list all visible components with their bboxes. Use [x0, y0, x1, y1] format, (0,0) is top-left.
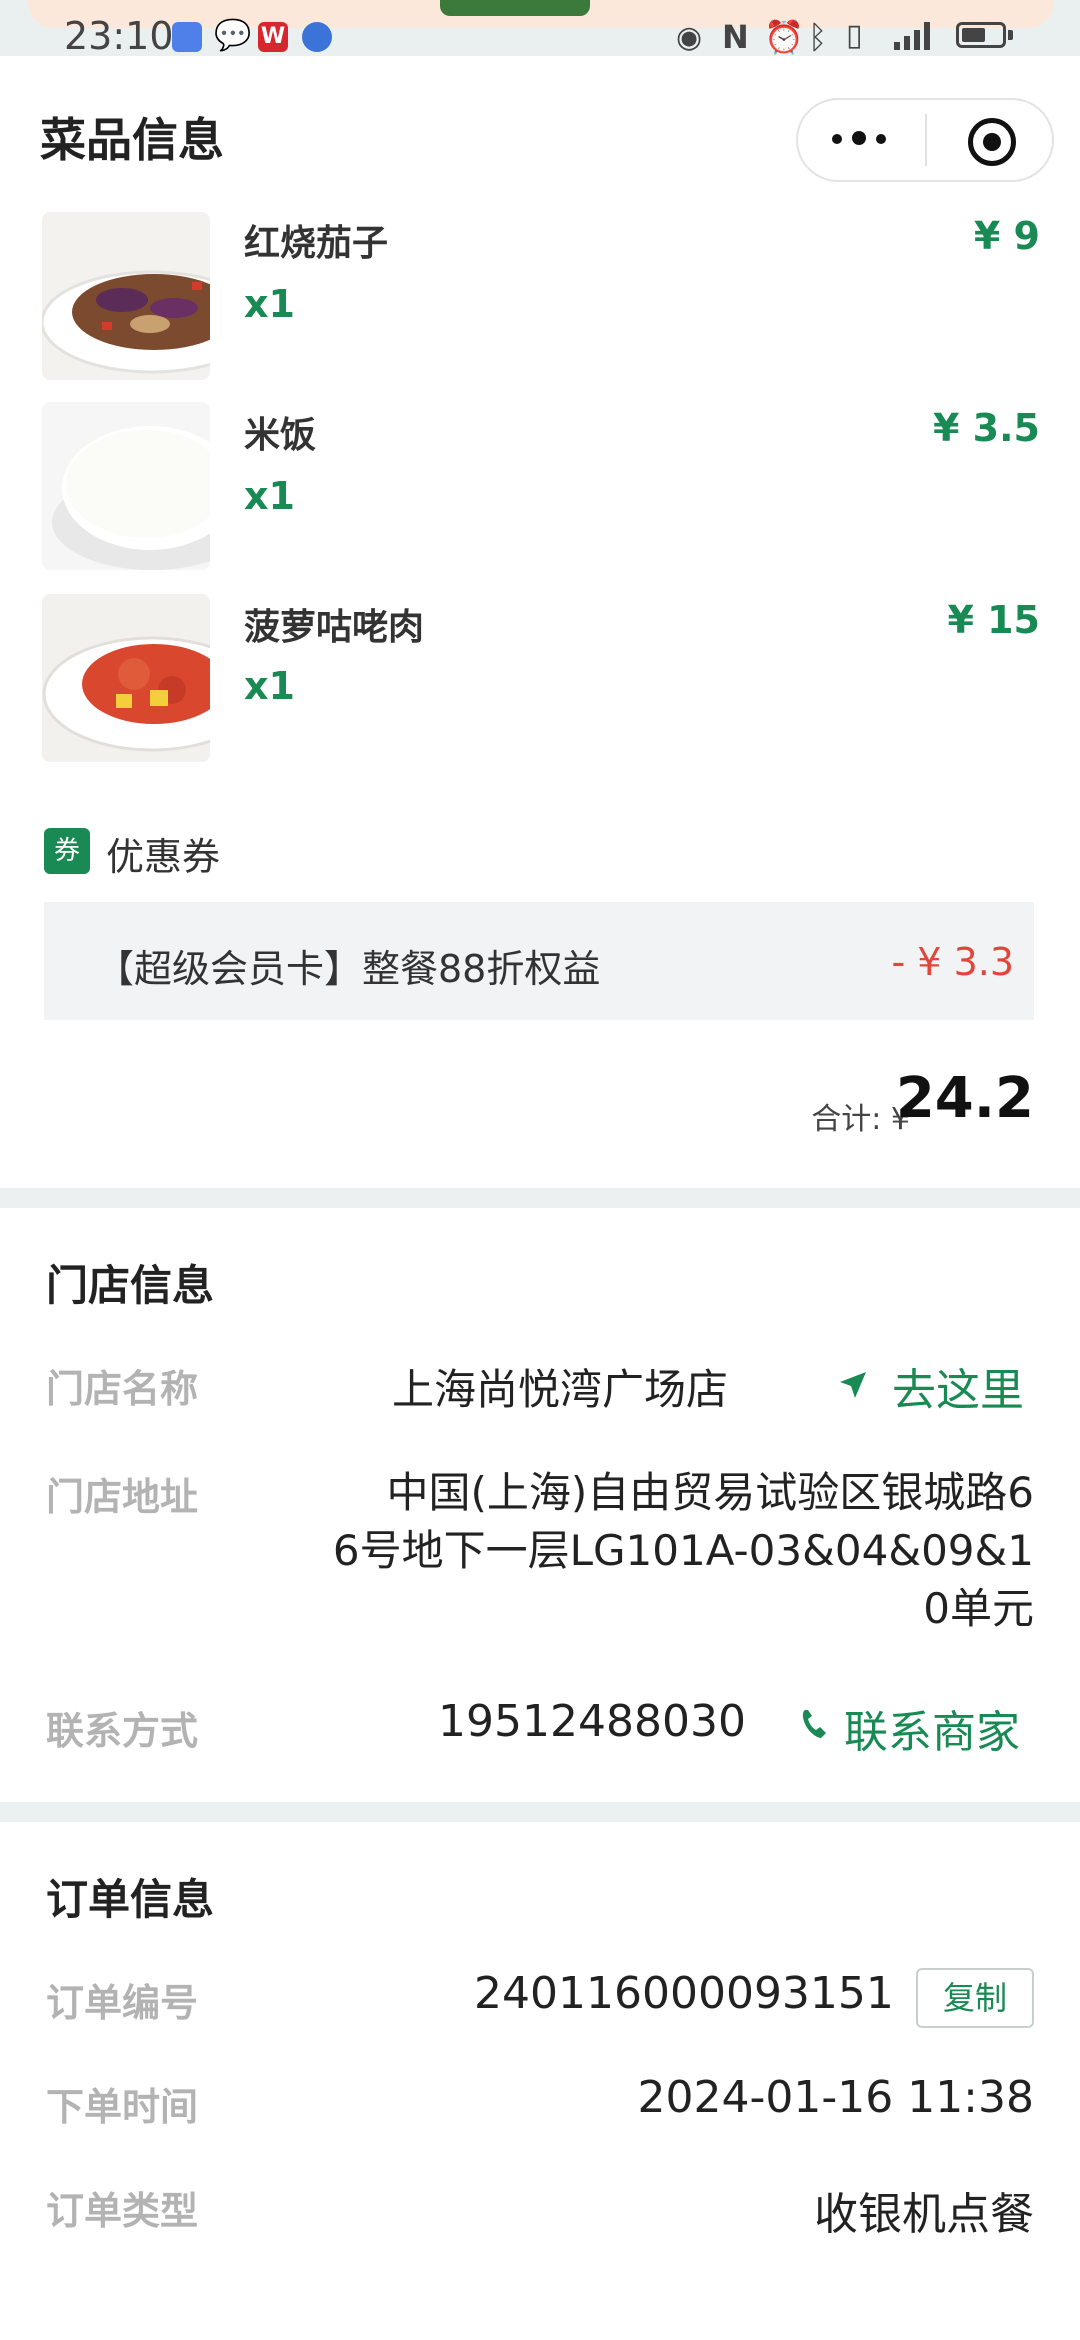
coupon-name: 【超级会员卡】整餐88折权益 [96, 947, 601, 991]
app-notification-icon [172, 22, 202, 52]
store-address-line: 中国(上海)自由贸易试验区银城路6 [386, 1468, 1035, 1517]
status-time: 23:10 [64, 14, 174, 58]
battery-cap [1008, 30, 1013, 40]
dish-image-rice [42, 402, 210, 570]
page-title: 菜品信息 [40, 113, 224, 167]
store-address: 中国(上海)自由贸易试验区银城路6 6号地下一层LG101A-03&04&09&… [333, 1464, 1034, 1638]
dish-quantity: x1 [244, 282, 295, 326]
battery-icon [956, 22, 1006, 48]
browser-icon [302, 22, 332, 52]
dish-image-sweet-sour-pork [42, 594, 210, 762]
store-phone: 19512488030 [438, 1696, 746, 1747]
store-section-title: 门店信息 [46, 1261, 215, 1310]
phone-icon[interactable] [800, 1708, 828, 1740]
eye-icon: ◉ [676, 20, 703, 55]
order-number: 240116000093151 [474, 1968, 894, 2019]
bluetooth-icon: ᛒ [808, 18, 828, 56]
dish-name: 菠萝咕咾肉 [244, 607, 425, 648]
dish-quantity: x1 [244, 474, 295, 518]
dish-price: ¥ 3.5 [933, 406, 1040, 450]
dish-price: ¥ 9 [973, 214, 1040, 258]
capsule-divider [925, 114, 927, 166]
order-number-label: 订单编号 [46, 1981, 199, 2025]
coupon-label: 优惠券 [106, 835, 221, 879]
signal-icon [894, 22, 930, 50]
copy-order-button[interactable]: 复制 [916, 1968, 1034, 2028]
navigate-arrow-icon[interactable] [838, 1370, 868, 1400]
section-divider [0, 1188, 1080, 1208]
dish-name: 红烧茄子 [244, 223, 389, 264]
nfc-icon: N [722, 18, 749, 56]
dish-name: 米饭 [244, 415, 317, 456]
total-amount: 24.2 [895, 1066, 1034, 1131]
section-divider [0, 1802, 1080, 1822]
store-name: 上海尚悦湾广场店 [392, 1365, 729, 1414]
store-address-line: 6号地下一层LG101A-03&04&09&1 [332, 1526, 1034, 1575]
status-banner-art [440, 0, 590, 16]
order-time-label: 下单时间 [46, 2085, 199, 2129]
coupon-discount: - ¥ 3.3 [891, 940, 1014, 984]
order-section-title: 订单信息 [46, 1875, 215, 1924]
close-target-icon[interactable] [968, 118, 1016, 166]
dish-quantity: x1 [244, 664, 295, 708]
battery-level [962, 28, 985, 42]
dish-price: ¥ 15 [947, 598, 1040, 642]
wechat-icon: 💬 [214, 18, 252, 53]
store-address-line: 0单元 [923, 1584, 1034, 1633]
order-type: 收银机点餐 [814, 2189, 1034, 2240]
dish-image-eggplant [42, 212, 210, 380]
alarm-icon: ⏰ [764, 18, 804, 56]
coupon-tag: 券 [44, 828, 90, 874]
go-here-button[interactable]: 去这里 [892, 1354, 1024, 1418]
order-time: 2024-01-16 11:38 [637, 2072, 1035, 2123]
wps-icon: W [258, 22, 288, 52]
contact-merchant-button[interactable]: 联系商家 [844, 1696, 1020, 1760]
more-dots-icon[interactable] [832, 130, 888, 150]
store-address-label: 门店地址 [46, 1475, 199, 1519]
vibrate-icon: ▯ [846, 18, 863, 53]
store-contact-label: 联系方式 [46, 1709, 199, 1753]
order-type-label: 订单类型 [46, 2189, 199, 2233]
store-name-label: 门店名称 [46, 1367, 199, 1411]
